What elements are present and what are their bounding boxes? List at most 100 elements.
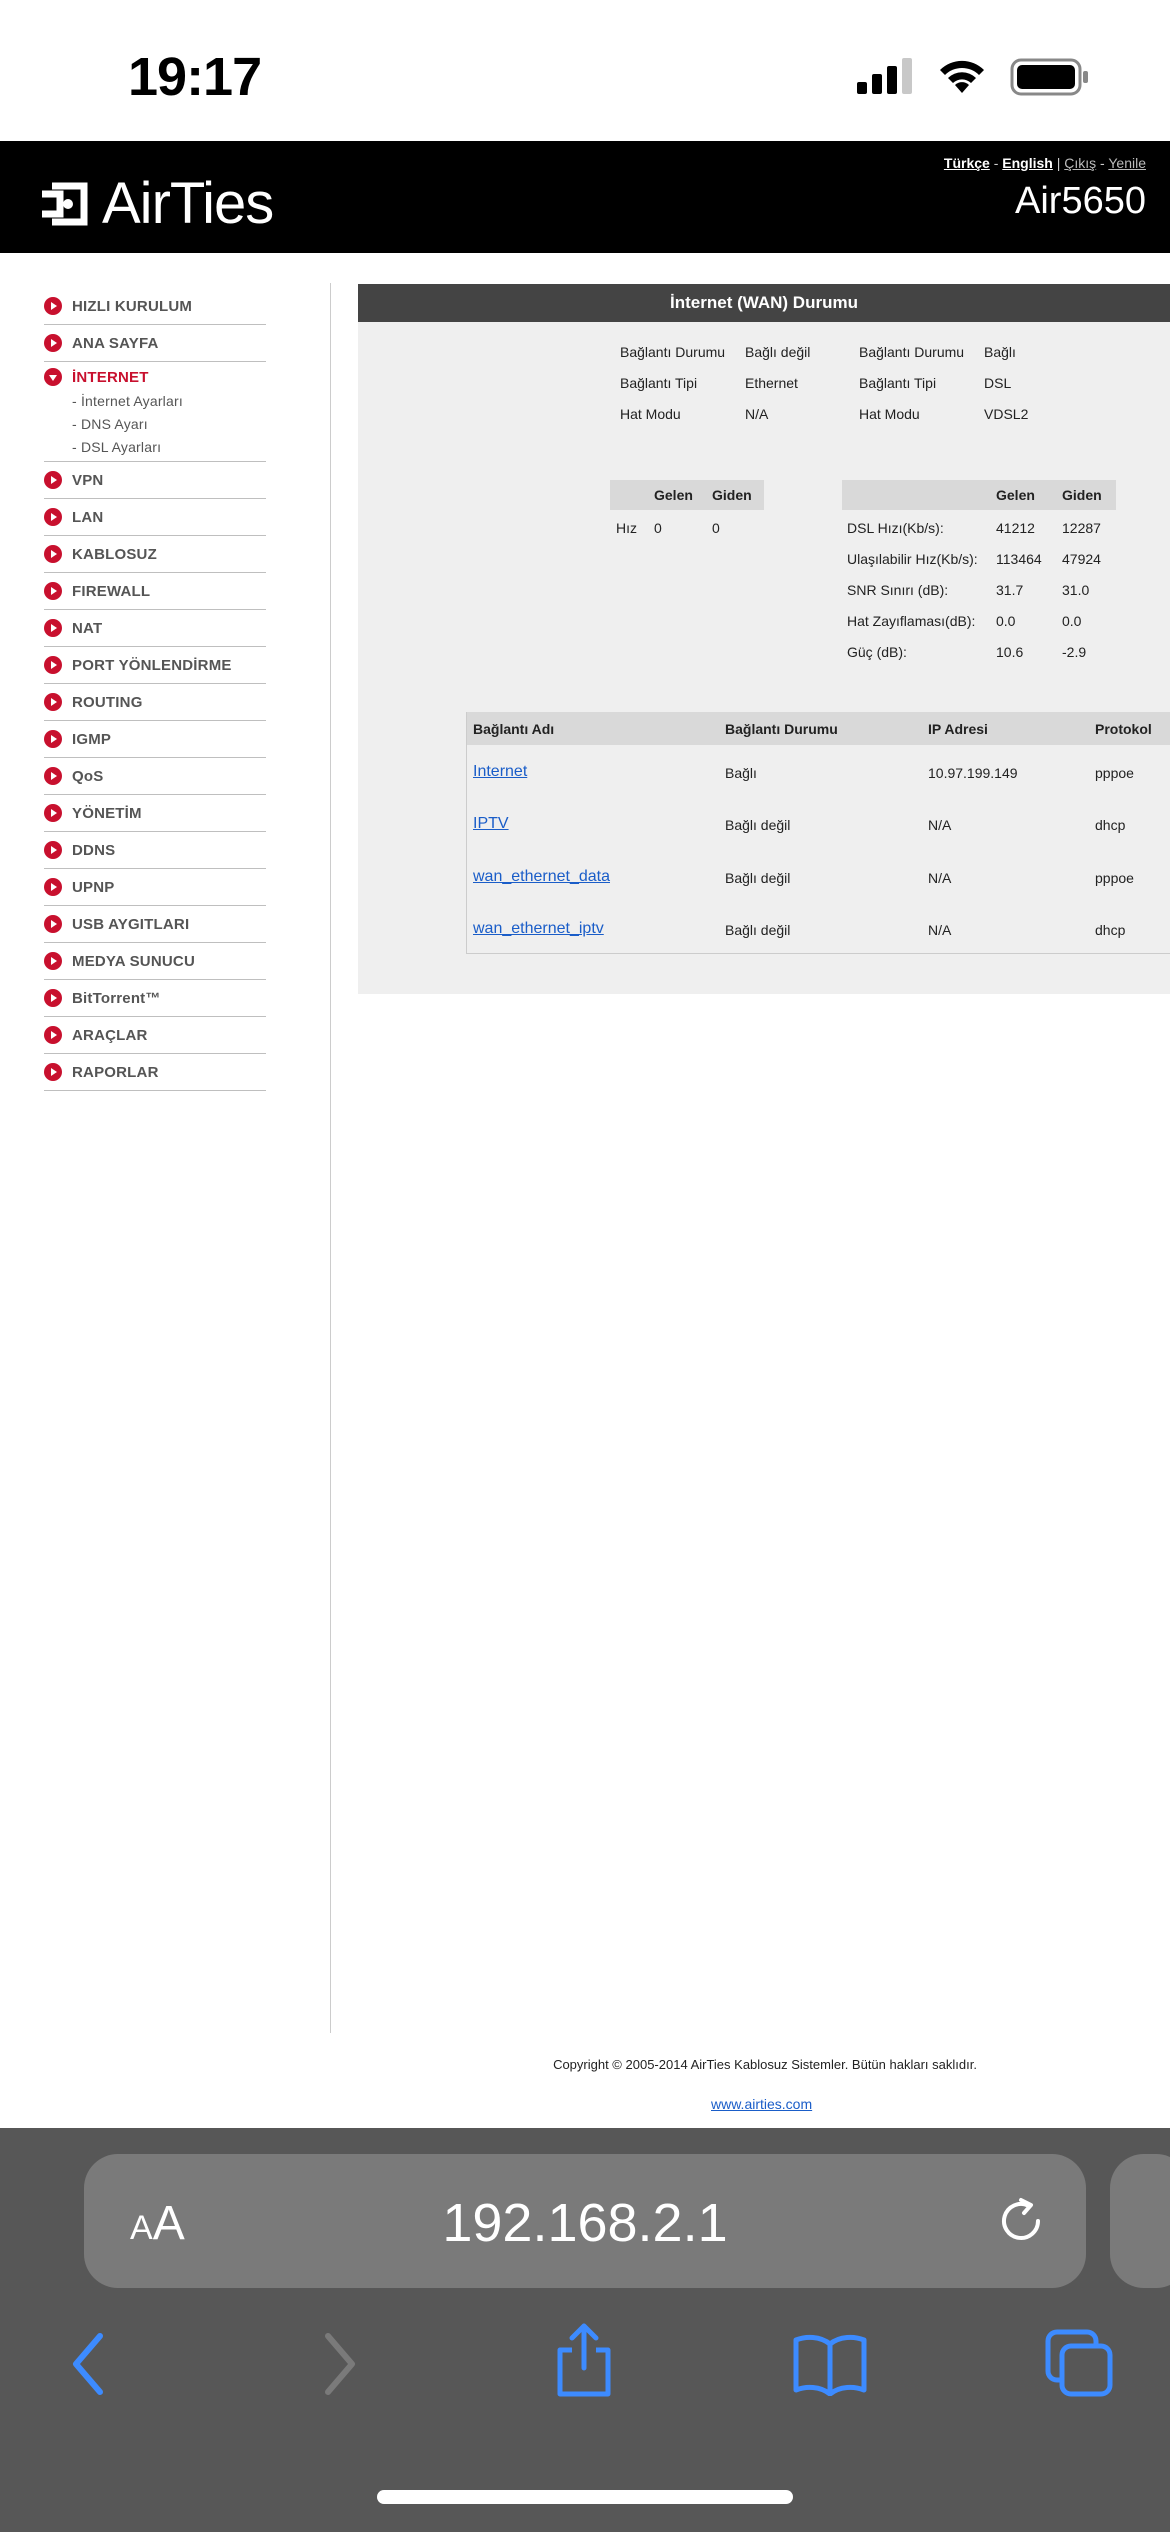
dsl-in-value: 31.7 xyxy=(996,582,1024,598)
battery-icon xyxy=(1010,58,1088,96)
copyright-text: Copyright © 2005-2014 AirTies Kablosuz S… xyxy=(553,2057,977,2072)
lang-english-link[interactable]: English xyxy=(1002,155,1053,171)
sidebar-item-qos[interactable]: QoS xyxy=(44,758,266,795)
dsl-out-value: 31.0 xyxy=(1062,582,1090,598)
arrow-right-icon xyxy=(44,508,62,526)
sidebar-item-raporlar[interactable]: RAPORLAR xyxy=(44,1054,266,1091)
dsl-col-in: Gelen xyxy=(996,487,1035,503)
sidebar-item-label: PORT YÖNLENDİRME xyxy=(72,656,232,674)
dsl-in-value: 10.6 xyxy=(996,644,1024,660)
sidebar-item-igmp[interactable]: IGMP xyxy=(44,721,266,758)
connection-ip: N/A xyxy=(928,922,952,938)
sidebar-item-upnp[interactable]: UPNP xyxy=(44,869,266,906)
forward-icon[interactable] xyxy=(318,2328,362,2400)
brand-name: AirTies xyxy=(102,171,274,236)
sidebar-item-label: LAN xyxy=(72,508,104,526)
sidebar-item-lan[interactable]: LAN xyxy=(44,499,266,536)
refresh-link[interactable]: Yenile xyxy=(1108,155,1146,171)
next-tab-preview[interactable] xyxy=(1110,2154,1170,2288)
sidebar-item-routing[interactable]: ROUTING xyxy=(44,684,266,721)
col-header-name: Bağlantı Adı xyxy=(473,721,555,737)
status-label: Hat Modu xyxy=(620,406,681,422)
status-value: Ethernet xyxy=(745,375,798,391)
connection-link-iptv[interactable]: IPTV xyxy=(473,815,509,833)
separator: | xyxy=(1056,155,1061,171)
status-value: Bağlı değil xyxy=(745,344,811,360)
sidebar-item-label: MEDYA SUNUCU xyxy=(72,952,195,970)
dsl-in-value: 41212 xyxy=(996,520,1035,536)
dsl-out-value: -2.9 xyxy=(1062,644,1087,660)
connection-status: Bağlı değil xyxy=(725,870,791,886)
arrow-right-icon xyxy=(44,915,62,933)
sidebar-item-label: HIZLI KURULUM xyxy=(72,297,193,315)
arrow-right-icon xyxy=(44,619,62,637)
airties-site-link[interactable]: www.airties.com xyxy=(711,2096,812,2112)
sidebar-item-ddns[interactable]: DDNS xyxy=(44,832,266,869)
connection-protocol: dhcp xyxy=(1095,817,1126,833)
dsl-row-label: Güç (dB): xyxy=(847,644,907,660)
tabs-icon[interactable] xyxy=(1044,2328,1114,2398)
connection-link-internet[interactable]: Internet xyxy=(473,763,527,781)
sidebar-item-kablosuz[interactable]: KABLOSUZ xyxy=(44,536,266,573)
sidebar-item-yonetim[interactable]: YÖNETİM xyxy=(44,795,266,832)
col-header-protocol: Protokol xyxy=(1095,721,1152,737)
sidebar-item-ana-sayfa[interactable]: ANA SAYFA xyxy=(44,325,266,362)
sidebar-item-usb[interactable]: USB AYGITLARI xyxy=(44,906,266,943)
status-value: Bağlı xyxy=(984,344,1016,360)
sidebar-item-media-server[interactable]: MEDYA SUNUCU xyxy=(44,943,266,980)
sidebar-item-port-forwarding[interactable]: PORT YÖNLENDİRME xyxy=(44,647,266,684)
submenu-dsl-settings[interactable]: - DSL Ayarları xyxy=(72,439,161,455)
home-indicator xyxy=(377,2490,793,2504)
sidebar-item-firewall[interactable]: FIREWALL xyxy=(44,573,266,610)
status-value: DSL xyxy=(984,375,1012,391)
arrow-right-icon xyxy=(44,989,62,1007)
reload-icon[interactable] xyxy=(994,2194,1048,2248)
logout-link[interactable]: Çıkış xyxy=(1064,155,1096,171)
submenu-dns-settings[interactable]: - DNS Ayarı xyxy=(72,416,148,432)
sidebar-item-araclar[interactable]: ARAÇLAR xyxy=(44,1017,266,1054)
speed-out-value: 0 xyxy=(712,520,720,536)
sidebar-item-bittorrent[interactable]: BitTorrent™ xyxy=(44,980,266,1017)
back-icon[interactable] xyxy=(66,2328,110,2400)
dsl-row-label: Hat Zayıflaması(dB): xyxy=(847,613,976,629)
sidebar-item-label: RAPORLAR xyxy=(72,1063,159,1081)
dsl-out-value: 0.0 xyxy=(1062,613,1082,629)
speed-col-in: Gelen xyxy=(654,487,693,503)
speed-col-out: Giden xyxy=(712,487,752,503)
arrow-right-icon xyxy=(44,841,62,859)
connection-link-wan-ethernet-iptv[interactable]: wan_ethernet_iptv xyxy=(473,920,604,938)
arrow-down-icon xyxy=(44,368,62,386)
arrow-right-icon xyxy=(44,545,62,563)
submenu-internet-settings[interactable]: - İnternet Ayarları xyxy=(72,393,183,409)
dsl-row-label: Ulaşılabilir Hız(Kb/s): xyxy=(847,551,978,567)
sidebar-item-internet[interactable]: İNTERNET - İnternet Ayarları - DNS Ayarı… xyxy=(44,362,266,462)
separator: - xyxy=(1100,155,1105,171)
content-divider xyxy=(330,283,331,2033)
speed-in-value: 0 xyxy=(654,520,662,536)
sidebar-item-label: ARAÇLAR xyxy=(72,1026,148,1044)
speed-row-label: Hız xyxy=(616,520,637,536)
browser-toolbar: AA 192.168.2.1 xyxy=(0,2128,1170,2532)
share-icon[interactable] xyxy=(552,2320,616,2400)
bookmarks-icon[interactable] xyxy=(792,2332,868,2396)
dsl-out-value: 47924 xyxy=(1062,551,1101,567)
sidebar-item-hizli-kurulum[interactable]: HIZLI KURULUM xyxy=(44,288,266,325)
connection-ip: N/A xyxy=(928,870,952,886)
airties-logo: AirTies xyxy=(38,170,274,237)
col-header-ip: IP Adresi xyxy=(928,721,988,737)
sidebar-item-label: QoS xyxy=(72,767,104,785)
connection-status: Bağlı değil xyxy=(725,817,791,833)
device-model: Air5650 xyxy=(1015,180,1146,222)
panel-title: İnternet (WAN) Durumu xyxy=(358,284,1170,322)
status-label: Bağlantı Tipi xyxy=(620,375,698,391)
status-value: VDSL2 xyxy=(984,406,1029,422)
connection-status: Bağlı xyxy=(725,765,757,781)
sidebar-item-nat[interactable]: NAT xyxy=(44,610,266,647)
status-time: 19:17 xyxy=(128,47,262,107)
sidebar-item-label: USB AYGITLARI xyxy=(72,915,190,933)
lang-turkish-link[interactable]: Türkçe xyxy=(944,155,990,171)
sidebar-item-vpn[interactable]: VPN xyxy=(44,462,266,499)
dsl-in-value: 0.0 xyxy=(996,613,1016,629)
connection-link-wan-ethernet-data[interactable]: wan_ethernet_data xyxy=(473,868,610,886)
address-bar[interactable]: AA 192.168.2.1 xyxy=(84,2154,1086,2288)
